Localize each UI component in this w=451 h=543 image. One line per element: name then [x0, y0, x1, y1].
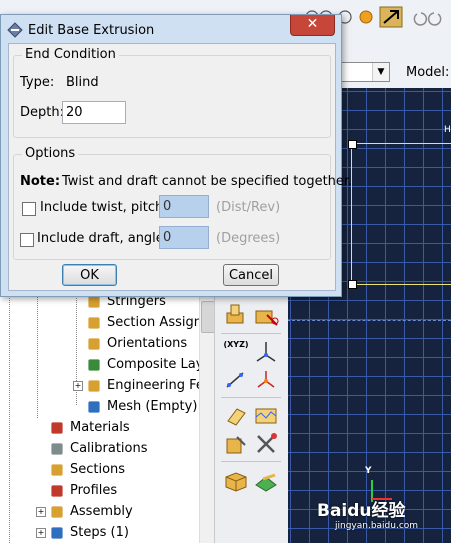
stringer-icon: [88, 296, 100, 308]
model-label: Model:: [406, 65, 450, 80]
repair-tool-icon[interactable]: [223, 403, 249, 429]
options-group: Options Note: Twist and draft cannot be …: [13, 146, 352, 260]
twist-unit: (Dist/Rev): [216, 200, 281, 215]
depth-field[interactable]: 20: [62, 101, 126, 124]
end-condition-group: End Condition Type: Blind Depth: 20: [13, 47, 331, 138]
orientation-icon: [88, 338, 100, 350]
y-axis-label: Y: [365, 466, 372, 476]
construction-line: [287, 320, 451, 321]
partition-tool-icon[interactable]: [253, 301, 279, 327]
part-tool-icon[interactable]: [223, 301, 249, 327]
toolbox-separator: [221, 333, 281, 334]
toolbox-separator: [221, 397, 281, 398]
tree-item-label: Orientations: [107, 336, 188, 351]
expand-icon[interactable]: +: [36, 528, 46, 538]
expand-icon[interactable]: +: [73, 381, 83, 391]
include-twist-checkbox[interactable]: [22, 202, 36, 216]
toolbox-separator: [221, 461, 281, 462]
mesh-icon: [88, 401, 100, 413]
cut-tool-icon[interactable]: [253, 467, 279, 493]
tree-item-label: Steps (1): [70, 525, 129, 540]
type-value: Blind: [66, 75, 99, 90]
end-condition-legend: End Condition: [22, 47, 119, 62]
assembly-icon: [51, 506, 63, 518]
cancel-button[interactable]: Cancel: [223, 264, 279, 286]
virtual-topology-icon[interactable]: [253, 403, 279, 429]
datum-plane-icon[interactable]: [223, 367, 249, 393]
depth-label: Depth:: [20, 105, 64, 120]
app-logo-icon: [7, 22, 23, 38]
engineering-icon: [88, 380, 100, 392]
tree-item-label: Engineering Fea: [107, 378, 212, 393]
edit-base-extrusion-dialog: Edit Base Extrusion ✕ End Condition Type…: [0, 14, 352, 297]
twist-pitch-field[interactable]: 0: [159, 195, 209, 218]
note-text: Twist and draft cannot be specified toge…: [62, 174, 353, 189]
section-assign-icon: [88, 317, 100, 329]
dialog-title: Edit Base Extrusion: [28, 23, 155, 38]
datum-axis-icon[interactable]: [253, 339, 279, 365]
vertex-handle[interactable]: [348, 140, 357, 149]
ok-button[interactable]: OK: [62, 264, 117, 286]
steps-icon: [51, 527, 63, 539]
draft-angle-field[interactable]: 0: [159, 226, 209, 249]
extrude-tool-icon[interactable]: [223, 467, 249, 493]
options-legend: Options: [22, 146, 79, 161]
watermark: Baidu经验 jingyan.baidu.com: [317, 496, 447, 536]
redo-icon[interactable]: [427, 12, 442, 26]
undo-icon[interactable]: [413, 12, 428, 26]
color-icon[interactable]: [359, 10, 373, 24]
sketch-rectangle[interactable]: [351, 143, 451, 285]
composite-icon: [88, 359, 100, 371]
vertex-handle[interactable]: [348, 280, 357, 289]
scrollbar-thumb[interactable]: [201, 301, 215, 333]
datum-csys-icon[interactable]: [253, 367, 279, 393]
watermark-brand: Baidu经验: [317, 501, 406, 521]
tree-item-label: Mesh (Empty): [107, 399, 198, 414]
dialog-title-bar[interactable]: Edit Base Extrusion ✕: [1, 15, 341, 43]
include-draft-checkbox[interactable]: [20, 233, 34, 247]
chevron-down-icon[interactable]: ▼: [372, 63, 389, 81]
include-draft-label[interactable]: Include draft, angle:: [37, 231, 168, 246]
model-tree: Stringers Section Assignm Orientations Comp…: [0, 293, 215, 543]
tree-item-label: Calibrations: [70, 441, 148, 456]
query-set-icon[interactable]: [223, 431, 249, 457]
calibrations-icon: [51, 443, 63, 455]
tree-item-label: Sections: [70, 462, 126, 477]
watermark-url: jingyan.baidu.com: [335, 521, 419, 531]
draft-unit: (Degrees): [216, 231, 281, 246]
sections-icon: [51, 464, 63, 476]
sketch-toolbox: (XYZ): [214, 293, 288, 543]
tree-item-label: Composite Layu: [107, 357, 212, 372]
materials-icon: [51, 422, 63, 434]
expand-icon[interactable]: +: [36, 507, 46, 517]
note-label: Note:: [20, 174, 61, 189]
tree-item-label: Profiles: [70, 483, 118, 498]
datum-point-icon[interactable]: (XYZ): [223, 339, 249, 365]
dimension-label: H: [444, 125, 451, 135]
close-button[interactable]: ✕: [290, 15, 335, 36]
tree-scrollbar[interactable]: [199, 293, 215, 543]
tree-item-label: Materials: [70, 420, 130, 435]
tools-icon[interactable]: [253, 431, 279, 457]
tree-connector: [9, 293, 10, 543]
tree-item-label: Assembly: [70, 504, 133, 519]
dialog-body: End Condition Type: Blind Depth: 20 Opti…: [8, 43, 352, 291]
profiles-icon: [51, 485, 63, 497]
type-label: Type:: [20, 75, 55, 90]
tree-connector: [37, 293, 38, 418]
include-twist-label[interactable]: Include twist, pitch:: [40, 200, 168, 215]
